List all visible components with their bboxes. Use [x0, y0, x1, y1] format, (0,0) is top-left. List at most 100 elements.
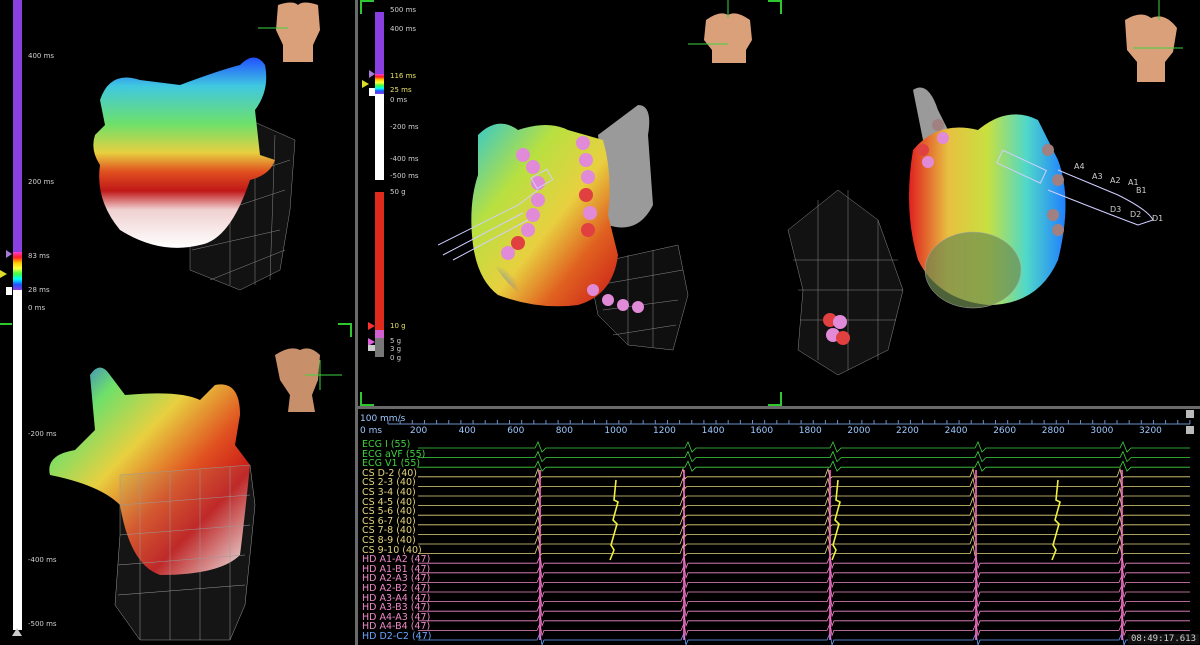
frame-corner-tl-right — [360, 0, 374, 14]
egm-trace — [418, 621, 1190, 637]
mid-scale-marker-25[interactable] — [369, 88, 375, 96]
middle-atrium-map[interactable] — [438, 95, 748, 355]
egm-trace — [418, 554, 1190, 570]
egm-trace — [418, 524, 1190, 538]
egm-trace — [418, 467, 1190, 480]
frame-corner-tr — [338, 323, 352, 337]
egm-trace — [418, 593, 1190, 609]
egm-trace — [418, 505, 1190, 519]
egm-trace — [418, 602, 1190, 618]
center-wireframe-structure[interactable] — [778, 180, 913, 380]
egm-traces — [418, 441, 1190, 645]
left-tick-0: 0 ms — [28, 304, 46, 312]
catheter-label-b1: B1 — [1136, 186, 1147, 195]
timeline-tick-3000: 3000 — [1090, 426, 1114, 436]
left-activation-scale-bar[interactable] — [13, 0, 22, 640]
left-tick-83: 83 ms — [28, 252, 50, 260]
timeline-tick-1200: 1200 — [653, 426, 676, 436]
right-atrium-map[interactable] — [898, 80, 1198, 310]
catheter-label-d2: D2 — [1130, 210, 1142, 219]
contact-force-scale-bar[interactable] — [375, 192, 384, 357]
torso-orientation-icon-right[interactable] — [1103, 0, 1193, 85]
timeline-tick-600: 600 — [507, 426, 525, 436]
egm-trace — [418, 476, 1190, 490]
egm-trace — [418, 544, 1190, 557]
force-scale-gray — [375, 338, 384, 357]
timeline-tick-2000: 2000 — [847, 426, 871, 436]
frame-corner-bl-right — [360, 392, 374, 406]
mid-scale-marker-116[interactable] — [369, 70, 375, 78]
catheter-label-d1: D1 — [1152, 214, 1164, 223]
cs-activation-burst — [831, 479, 841, 561]
torso-orientation-icon[interactable] — [258, 0, 338, 65]
timeline-tick-1000: 1000 — [604, 426, 628, 436]
egm-trace — [418, 496, 1190, 509]
mid-tick-minus200: -200 ms — [390, 123, 419, 131]
egm-trace — [418, 515, 1190, 528]
force-marker-3g[interactable] — [368, 345, 375, 351]
scale-rainbow-segment — [13, 252, 22, 290]
torso-orientation-icon-mid[interactable] — [688, 0, 778, 65]
egm-trace — [418, 450, 1190, 463]
clock-readout: 08:49:17.613 — [1128, 634, 1200, 644]
scale-marker-28[interactable] — [6, 287, 12, 295]
timeline-tick-3200: 3200 — [1139, 426, 1162, 436]
cs-activation-burst — [609, 479, 619, 561]
scroll-right-button[interactable] — [1186, 410, 1194, 418]
timeline-tick-400: 400 — [458, 426, 476, 436]
timeline-tick-2400: 2400 — [944, 426, 968, 436]
catheter-label-a4: A4 — [1074, 162, 1085, 171]
scroll-bottom-button[interactable] — [1186, 426, 1194, 434]
mid-activation-scale-bar[interactable] — [375, 12, 384, 180]
timeline-tick-800: 800 — [555, 426, 573, 436]
force-scale-red — [375, 192, 384, 330]
timeline-tick-1800: 1800 — [798, 426, 822, 436]
egm-trace — [418, 534, 1190, 547]
timeline-tick-2800: 2800 — [1041, 426, 1065, 436]
mid-scale-marker-yellow[interactable] — [362, 80, 369, 88]
egm-trace — [418, 441, 1190, 453]
scale-bottom-marker[interactable] — [12, 628, 22, 636]
left-top-atrium-map[interactable] — [80, 40, 310, 300]
frame-corner-tl — [0, 323, 12, 337]
force-tick-50: 50 g — [390, 188, 406, 196]
mid-tick-25: 25 ms — [390, 86, 412, 94]
catheter-label-a2: A2 — [1110, 176, 1121, 185]
force-marker-10g[interactable] — [368, 322, 375, 330]
mid-scale-rainbow — [375, 74, 384, 94]
egm-trace — [418, 564, 1190, 580]
force-tick-5: 5 g — [390, 337, 402, 345]
egm-trace — [418, 460, 1190, 472]
timeline-tick-1400: 1400 — [701, 426, 725, 436]
scale-purple-segment — [13, 0, 22, 252]
timeline-tick-2200: 2200 — [896, 426, 919, 436]
left-tick-400: 400 ms — [28, 52, 55, 60]
mid-scale-white — [375, 94, 384, 180]
force-tick-0: 0 g — [390, 354, 402, 362]
torso-orientation-icon-2[interactable] — [260, 340, 345, 415]
frame-corner-br-right — [768, 392, 782, 406]
scale-marker-yellow[interactable] — [0, 270, 7, 278]
left-map-pane[interactable]: 400 ms 200 ms 83 ms 28 ms 0 ms -200 ms -… — [0, 0, 355, 645]
egm-trace — [418, 486, 1190, 499]
scale-white-segment — [13, 290, 22, 630]
frame-corner-tr-right — [768, 0, 782, 14]
egm-trace — [418, 573, 1190, 589]
mid-tick-0: 0 ms — [390, 96, 408, 104]
egm-trace — [418, 631, 1190, 645]
egm-trace — [418, 612, 1190, 628]
channel-label[interactable]: HD D2-C2 (47) — [362, 632, 431, 642]
left-tick-200: 200 ms — [28, 178, 55, 186]
left-tick-28: 28 ms — [28, 286, 50, 294]
egm-trace — [418, 583, 1190, 599]
timeline-tick-200: 200 — [410, 426, 428, 436]
right-map-pane[interactable]: 500 ms 400 ms 116 ms 25 ms 0 ms -200 ms … — [358, 0, 1200, 406]
force-tick-10: 10 g — [390, 322, 406, 330]
timeline-ruler[interactable] — [358, 410, 1200, 440]
timeline-tick-1600: 1600 — [750, 426, 774, 436]
valve-ellipse — [924, 231, 1022, 309]
mid-tick-500: 500 ms — [390, 6, 417, 14]
left-bottom-atrium-map[interactable] — [40, 355, 280, 645]
wireframe-mesh-bottom — [114, 464, 256, 641]
scale-marker-83[interactable] — [6, 250, 12, 258]
